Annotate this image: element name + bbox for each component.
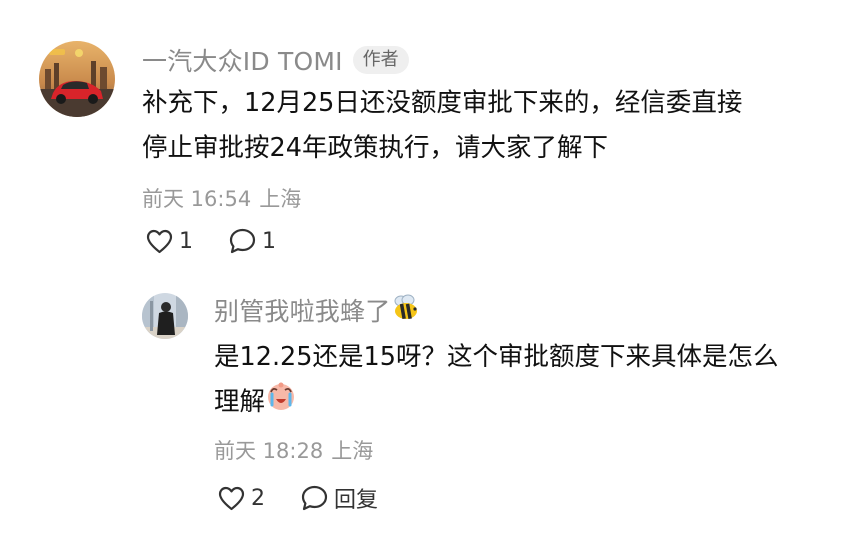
like-button[interactable]: 2	[218, 486, 265, 511]
comment-meta: 前天 16:54 上海	[142, 183, 301, 213]
heart-outline-icon	[146, 229, 173, 253]
author-badge: 作者	[352, 46, 409, 74]
avatar[interactable]	[39, 41, 115, 117]
speech-bubble-icon	[229, 228, 256, 254]
avatar[interactable]	[142, 293, 188, 339]
reply-count: 1	[262, 228, 276, 254]
comment-text-line: 停止审批按24年政策执行，请大家了解下	[142, 133, 608, 163]
comment-location: 上海	[331, 439, 374, 463]
comment-text-line: 补充下，12月25日还没额度审批下来的，经信委直接	[142, 88, 743, 118]
user-name[interactable]: 一汽大众ID TOMI	[142, 42, 343, 78]
comment-header: 别管我啦我蜂了	[214, 293, 420, 327]
comment-text-line: 理解	[214, 380, 778, 426]
reply-label: 回复	[334, 488, 379, 513]
comment-location: 上海	[259, 187, 302, 211]
heart-outline-icon	[218, 486, 245, 510]
like-count: 1	[179, 228, 193, 254]
comment-time: 前天 18:28	[214, 439, 324, 463]
user-name[interactable]: 别管我啦我蜂了	[214, 292, 390, 328]
comment-text: 补充下，12月25日还没额度审批下来的，经信委直接 停止审批按24年政策执行，请…	[142, 81, 742, 171]
like-count: 2	[251, 485, 265, 511]
comment-text-line: 是12.25还是15呀？这个审批额度下来具体是怎么	[214, 342, 779, 372]
comment-actions: 1 1	[146, 228, 276, 254]
bee-emoji-icon	[390, 294, 420, 326]
reply-count-button[interactable]: 1	[229, 228, 276, 254]
reply-item: 别管我啦我蜂了 是12.25还是15呀？这个审批额度下来具体是怎么 理解 前天 …	[0, 290, 856, 546]
comment-text: 是12.25还是15呀？这个审批额度下来具体是怎么 理解	[214, 335, 778, 426]
comment-item: 一汽大众ID TOMI 作者 补充下，12月25日还没额度审批下来的，经信委直接…	[0, 0, 856, 290]
like-button[interactable]: 1	[146, 229, 193, 254]
comment-actions: 2 回复	[218, 482, 378, 514]
crying-face-emoji-icon	[265, 381, 297, 426]
reply-button[interactable]: 回复	[301, 482, 378, 514]
comment-header: 一汽大众ID TOMI 作者	[142, 43, 409, 77]
comment-meta: 前天 18:28 上海	[214, 435, 373, 465]
comment-text-fragment: 理解	[214, 387, 266, 417]
comment-time: 前天 16:54	[142, 187, 252, 211]
speech-bubble-icon	[301, 485, 328, 511]
